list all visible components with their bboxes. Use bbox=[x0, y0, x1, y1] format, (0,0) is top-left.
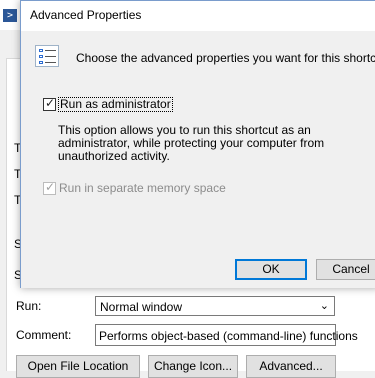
dialog-titlebar[interactable]: Advanced Properties bbox=[21, 1, 375, 31]
run-select-value: Normal window bbox=[100, 300, 183, 314]
run-label: Run: bbox=[16, 299, 42, 313]
properties-list-icon bbox=[35, 45, 59, 67]
open-file-location-button[interactable]: Open File Location bbox=[16, 355, 140, 378]
separate-memory-checkbox: ✓ bbox=[43, 180, 56, 195]
run-as-admin-description: This option allows you to run this short… bbox=[58, 123, 325, 163]
ok-button[interactable]: OK bbox=[235, 259, 307, 280]
dialog-intro-text: Choose the advanced properties you want … bbox=[76, 51, 375, 65]
cancel-button[interactable]: Cancel bbox=[316, 259, 375, 280]
powershell-icon: > bbox=[3, 9, 17, 22]
dialog-title: Advanced Properties bbox=[30, 8, 142, 22]
change-icon-button[interactable]: Change Icon... bbox=[148, 355, 238, 378]
chevron-down-icon: ⌄ bbox=[319, 300, 329, 312]
run-select[interactable]: Normal window ⌄ bbox=[95, 296, 335, 316]
run-as-admin-label[interactable]: Run as administrator bbox=[58, 97, 173, 112]
checkmark-icon: ✓ bbox=[45, 180, 56, 194]
comment-field[interactable]: Performs object-based (command-line) fun… bbox=[95, 324, 358, 346]
separate-memory-label: Run in separate memory space bbox=[59, 181, 226, 195]
checkmark-icon: ✓ bbox=[45, 96, 56, 110]
advanced-button[interactable]: Advanced... bbox=[246, 355, 336, 378]
comment-label: Comment: bbox=[16, 328, 72, 342]
advanced-properties-dialog: Advanced Properties Choose the advanced … bbox=[20, 0, 375, 288]
dialog-body: Choose the advanced properties you want … bbox=[21, 31, 375, 288]
comment-field-value: Performs object-based (command-line) fun… bbox=[99, 329, 358, 343]
run-as-admin-checkbox[interactable]: ✓ bbox=[43, 96, 56, 111]
